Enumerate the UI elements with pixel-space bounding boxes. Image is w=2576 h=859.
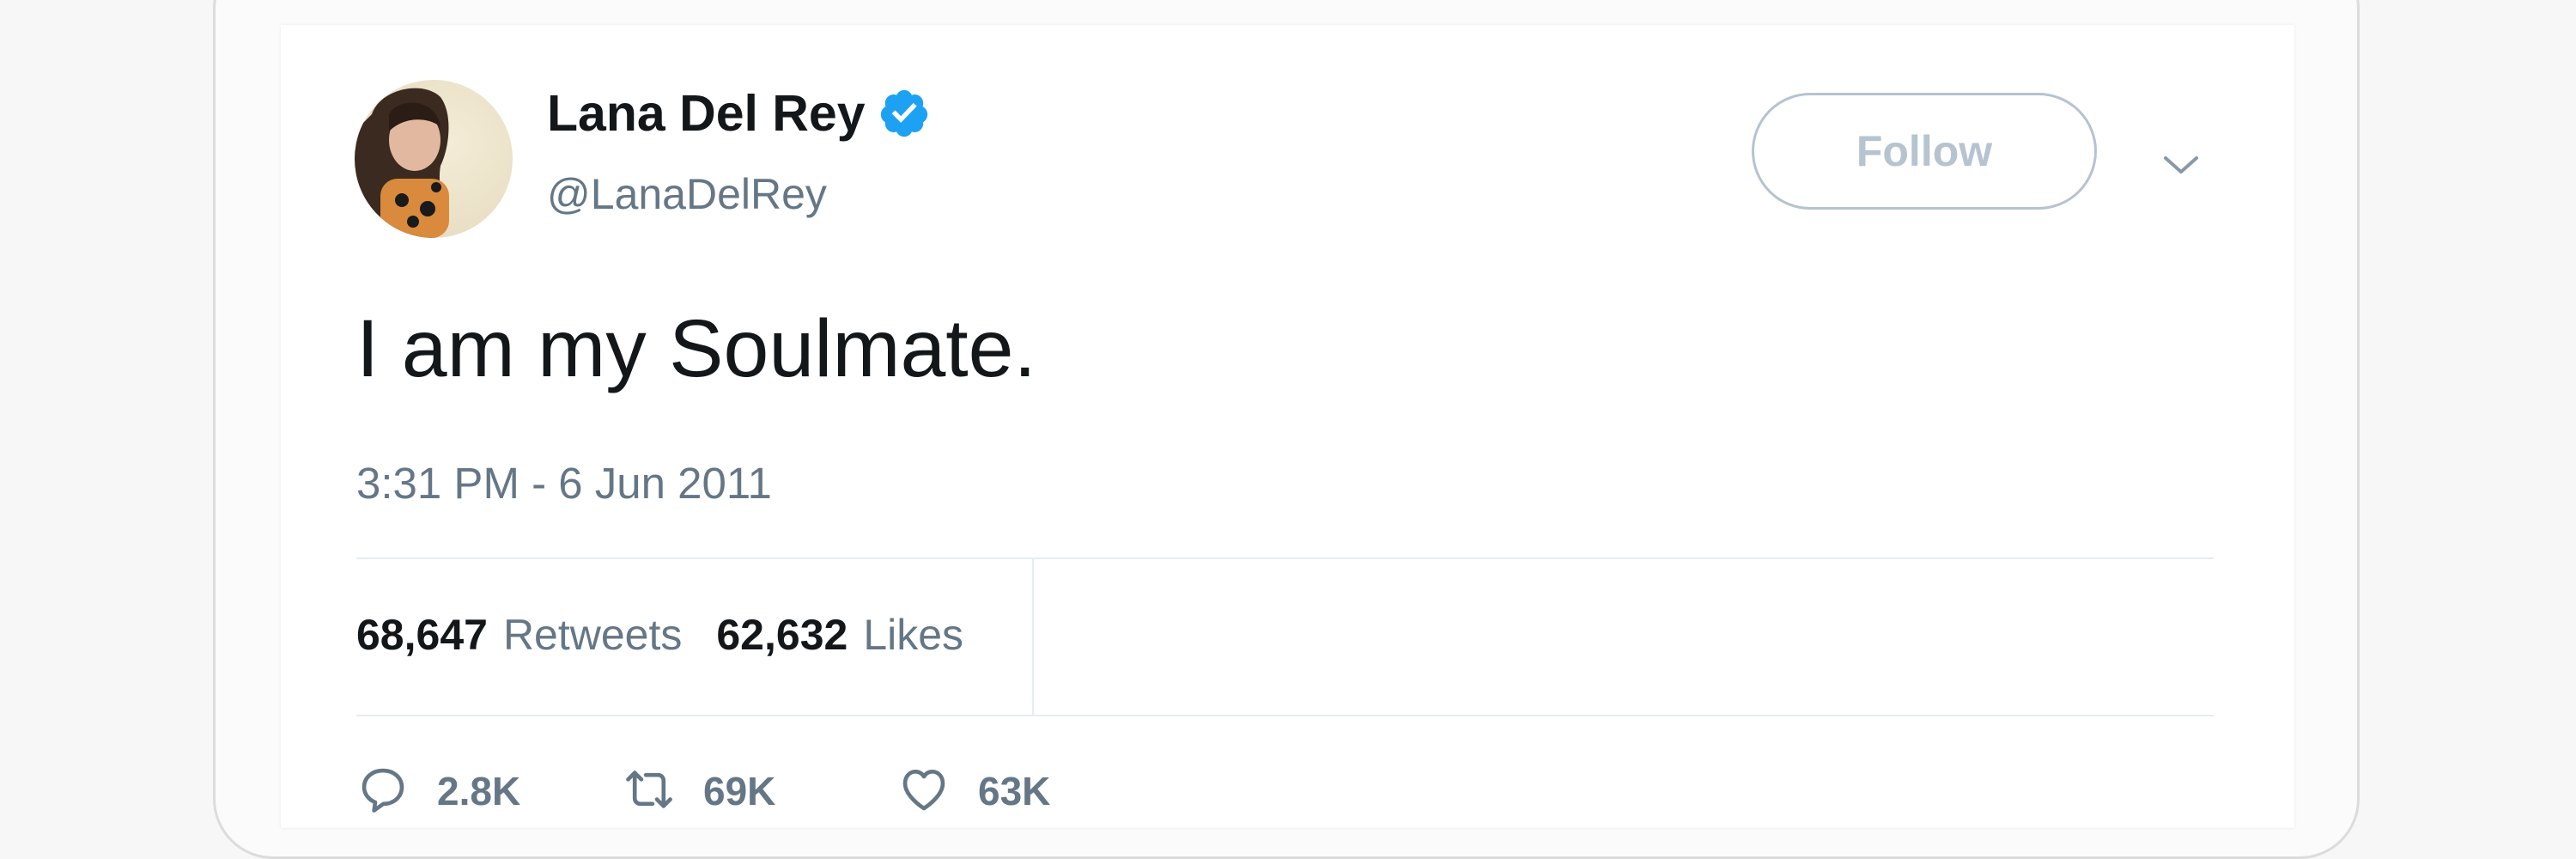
tweet-text: I am my Soulmate. <box>356 303 1036 394</box>
like-count: 63K <box>978 769 1051 813</box>
divider <box>356 557 2214 559</box>
reply-icon <box>356 763 410 820</box>
stats-divider <box>1032 559 1034 715</box>
reply-button[interactable]: 2.8K <box>356 761 520 821</box>
display-name[interactable]: Lana Del Rey <box>547 88 866 139</box>
divider <box>356 715 2214 716</box>
follow-button[interactable]: Follow <box>1752 93 2097 210</box>
retweets-label[interactable]: Retweets <box>503 613 682 656</box>
retweet-count: 69K <box>703 769 776 813</box>
retweet-icon <box>623 763 676 820</box>
author-row: Lana Del Rey <box>547 87 931 140</box>
verified-icon <box>878 87 931 140</box>
avatar[interactable] <box>355 80 513 238</box>
tweet-card: Lana Del Rey @LanaDelRey Follow I am my … <box>281 25 2294 828</box>
like-icon <box>897 763 951 820</box>
likes-count[interactable]: 62,632 <box>716 613 848 656</box>
timestamp[interactable]: 3:31 PM - 6 Jun 2011 <box>356 461 772 505</box>
retweet-button[interactable]: 69K <box>623 761 775 821</box>
like-button[interactable]: 63K <box>897 761 1050 821</box>
chevron-down-icon[interactable] <box>2155 148 2207 182</box>
reply-count: 2.8K <box>437 769 521 813</box>
tweet-stats: 68,647 Retweets 62,632 Likes <box>356 613 963 656</box>
handle[interactable]: @LanaDelRey <box>547 173 827 216</box>
likes-label[interactable]: Likes <box>863 613 963 656</box>
retweets-count[interactable]: 68,647 <box>356 613 488 656</box>
